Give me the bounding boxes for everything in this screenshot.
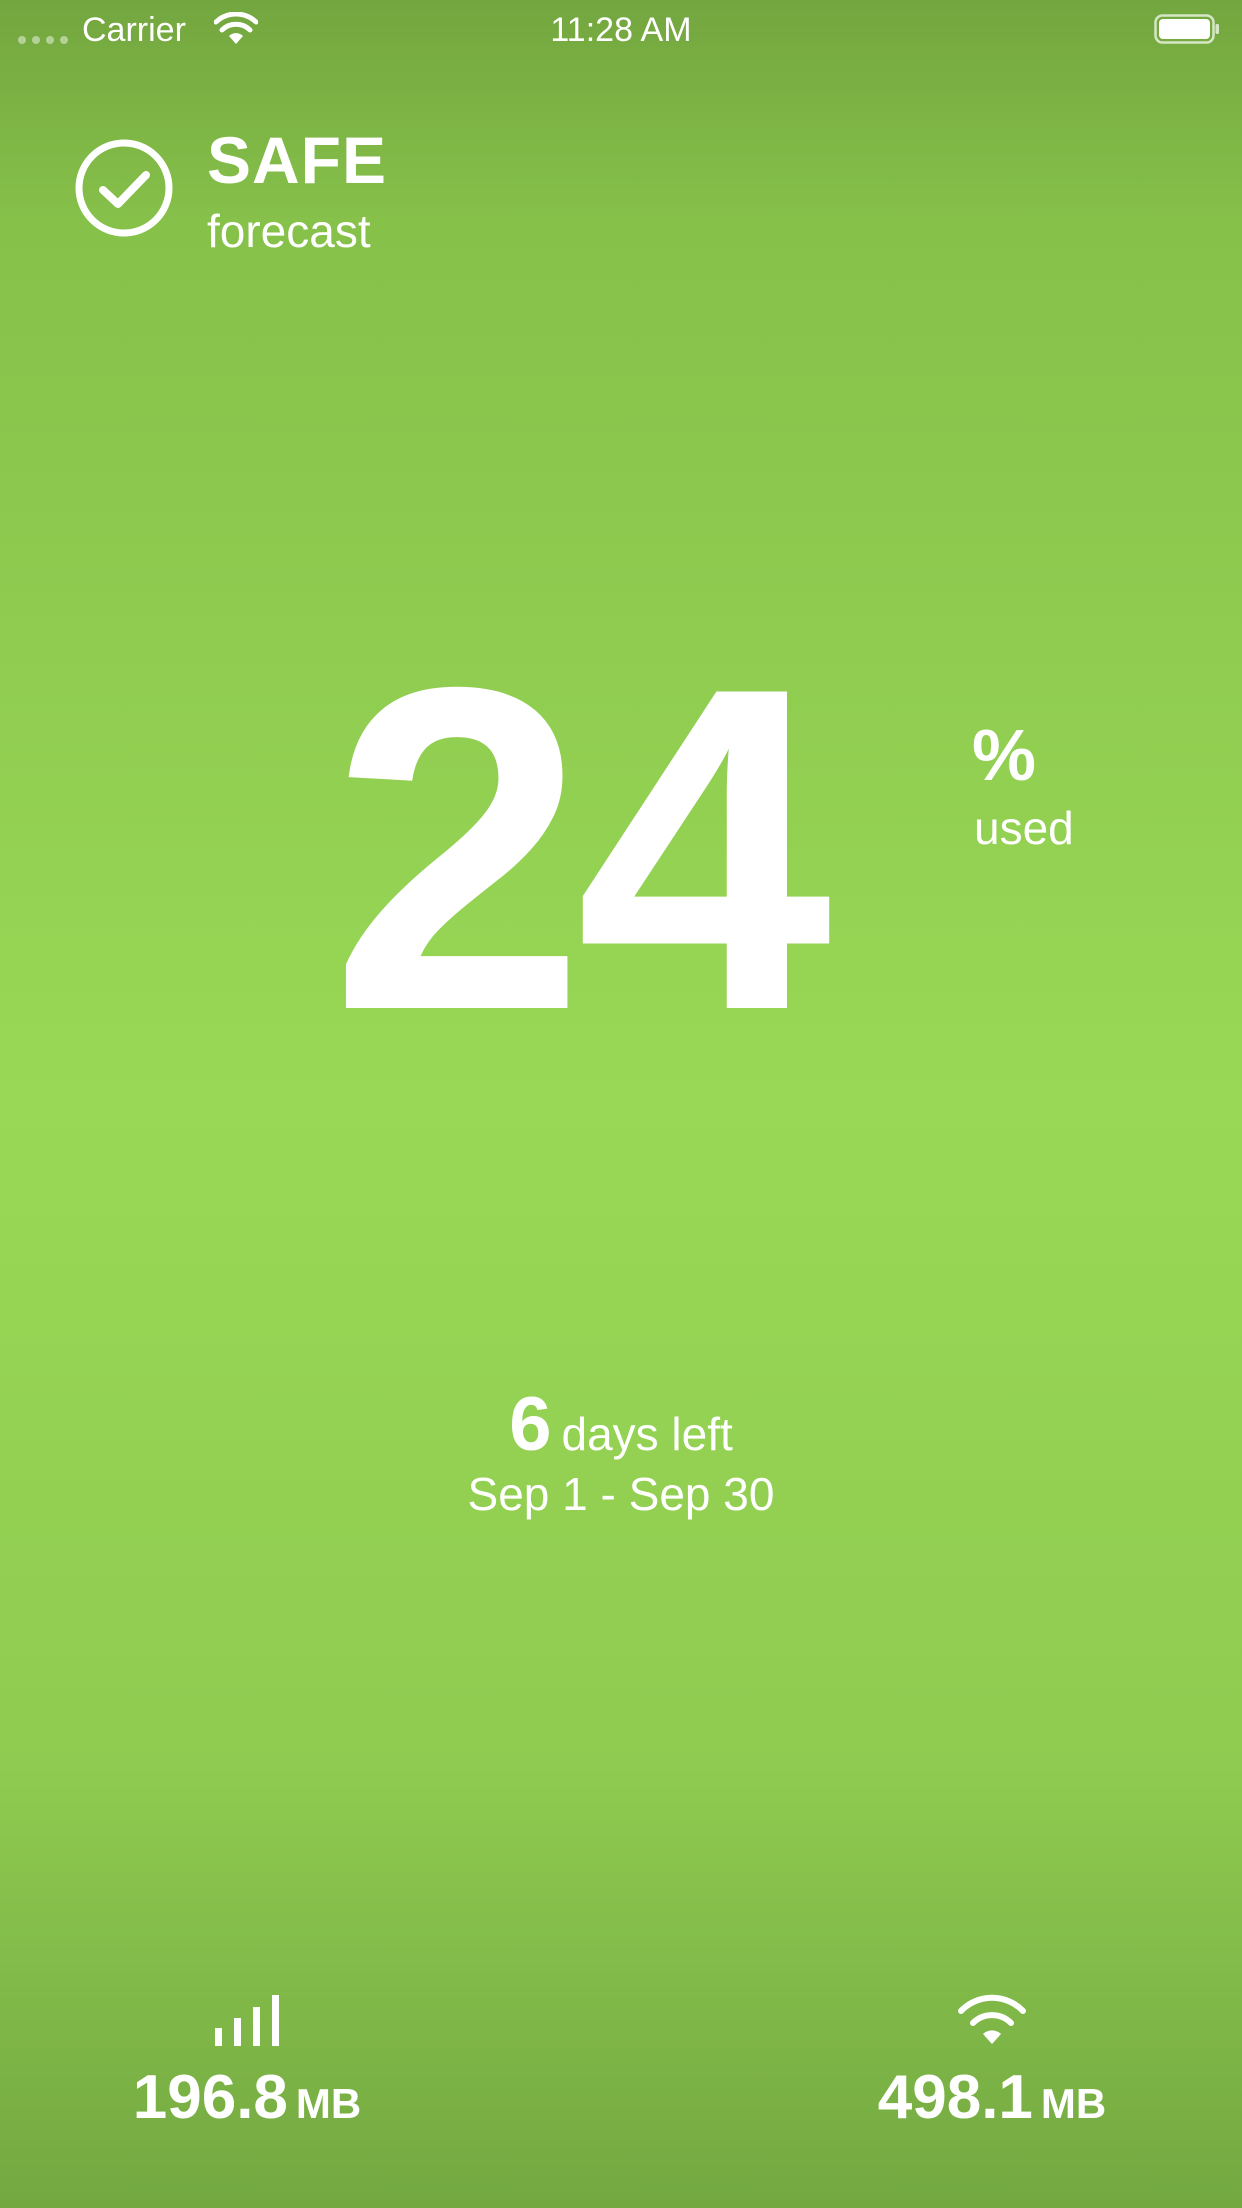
status-bar: Carrier 11:28 AM — [0, 0, 1242, 60]
app-screen: Carrier 11:28 AM SAFE forecast 24 % used… — [0, 0, 1242, 2208]
forecast-status: SAFE — [207, 123, 388, 197]
wifi-usage-amount: 498.1 — [877, 2063, 1033, 2132]
battery-icon — [1154, 14, 1219, 44]
wifi-usage: 498.1 MB — [792, 1990, 1192, 2140]
cellular-bars-icon — [215, 1995, 279, 2046]
percent-used-label: used — [974, 802, 1074, 854]
wifi-icon — [958, 1994, 1026, 2044]
wifi-usage-unit: MB — [1040, 2080, 1107, 2127]
days-left-count: 6 — [509, 1382, 552, 1467]
cellular-usage-unit: MB — [295, 2080, 362, 2127]
days-left-row: 6 days left — [0, 1380, 1242, 1479]
days-left-label: days left — [561, 1408, 733, 1460]
percent-symbol: % — [972, 716, 1037, 796]
forecast-label: forecast — [207, 205, 371, 257]
status-time: 11:28 AM — [550, 11, 692, 49]
cellular-usage: 196.8 MB — [47, 1990, 447, 2140]
cellular-usage-value-row: 196.8 MB — [133, 2062, 361, 2140]
billing-period-range: Sep 1 - Sep 30 — [467, 1468, 775, 1520]
wifi-usage-value-row: 498.1 MB — [878, 2062, 1106, 2140]
checkmark-circle-icon — [75, 139, 173, 237]
cellular-usage-amount: 196.8 — [132, 2063, 288, 2132]
percent-used-value: 24 — [330, 593, 832, 1106]
